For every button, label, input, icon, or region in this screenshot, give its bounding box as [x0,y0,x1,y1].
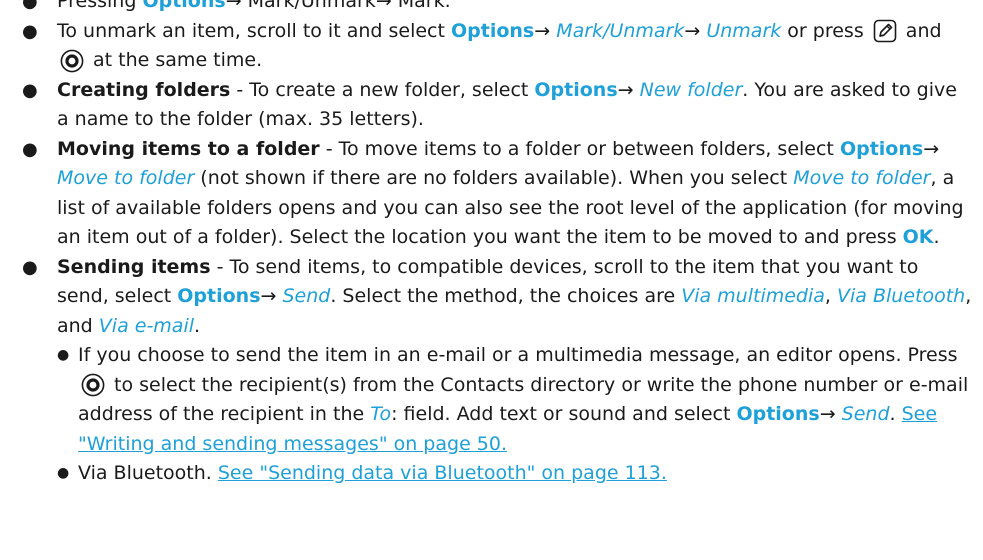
softkey-label: Options [534,78,618,101]
topic-heading: Moving items to a folder [57,137,320,160]
body-text: (not shown if there are no folders avail… [194,167,794,189]
menu-option-label: Via e-mail [98,314,195,337]
body-text: → [819,403,842,425]
body-text: Via Bluetooth. [78,462,218,484]
softkey-label: Options [839,137,924,160]
body-text: , [824,285,838,307]
menu-option-label: To [370,403,392,425]
cross-reference-link[interactable]: See "Sending data via Bluetooth" on page… [218,462,667,484]
manual-page: ● Pressing Options→ Mark/Unmark→ Mark. ● To… [0,0,983,560]
body-text: → [923,137,940,160]
body-text: Pressing [57,0,143,12]
body-text: and [899,19,942,42]
body-text: . [194,314,201,337]
sub-list-item: ● If you choose to send the item in an e-… [57,341,973,459]
softkey-label: Options [450,19,535,42]
bullet-icon: ● [22,256,38,278]
list-item: ● Creating folders - To create a new fold… [0,76,983,135]
body-text: - To move items to a folder or between f… [319,137,840,160]
body-text: : field. Add text or sound and select [391,403,737,425]
body-text: → Mark/Unmark→ Mark. [225,0,451,12]
list-item: ● To unmark an item, scroll to it and sel… [0,17,983,76]
menu-option-label: Move to folder [57,167,195,189]
menu-option-label: Move to folder [793,167,931,189]
menu-option-label: Send [841,403,890,425]
body-text: or press [781,19,870,42]
bullet-icon: ● [22,20,38,42]
softkey-label: Options [736,403,820,425]
sub-list: ● If you choose to send the item in an e-… [57,341,973,489]
menu-option-label: Via Bluetooth [837,285,966,307]
bullet-icon: ● [22,79,38,101]
bullet-icon: ● [22,0,38,12]
bullet-icon: ● [57,465,70,481]
body-text: → [617,78,640,101]
bullet-icon: ● [22,138,38,160]
body-text: → [534,19,557,42]
menu-option-label: Via multimedia [681,285,825,307]
softkey-label: Options [142,0,226,12]
body-text: . Select the method, the choices are [330,285,682,307]
body-text: . [933,226,940,248]
list-item: ● Moving items to a folder - To move item… [0,135,983,253]
menu-option-label: Unmark [706,19,782,42]
body-text: To unmark an item, scroll to it and sele… [57,19,451,42]
body-text: . [889,403,902,425]
body-text: → [684,19,707,42]
menu-option-label: New folder [639,78,743,101]
body-text: If you choose to send the item in an e-m… [78,344,958,366]
select-key-icon [81,373,105,397]
topic-heading: Sending items [57,255,211,278]
sub-list-item: ● Via Bluetooth. See "Sending data via Bl… [57,459,973,489]
body-text: → [260,285,283,307]
softkey-label: OK [902,226,934,248]
softkey-label: Options [177,285,261,307]
body-text: - To create a new folder, select [230,78,535,101]
bullet-icon: ● [57,347,70,363]
menu-option-label: Send [282,285,331,307]
body-text: at the same time. [87,49,263,71]
instruction-list: ● Pressing Options→ Mark/Unmark→ Mark. ● To… [0,0,983,489]
edit-key-icon [873,19,897,43]
list-item: ● Sending items - To send items, to compa… [0,253,983,489]
list-item: ● Pressing Options→ Mark/Unmark→ Mark. [0,0,983,17]
menu-option-label: Mark/Unmark [556,19,685,42]
topic-heading: Creating folders [57,78,231,101]
select-key-icon [60,49,84,73]
